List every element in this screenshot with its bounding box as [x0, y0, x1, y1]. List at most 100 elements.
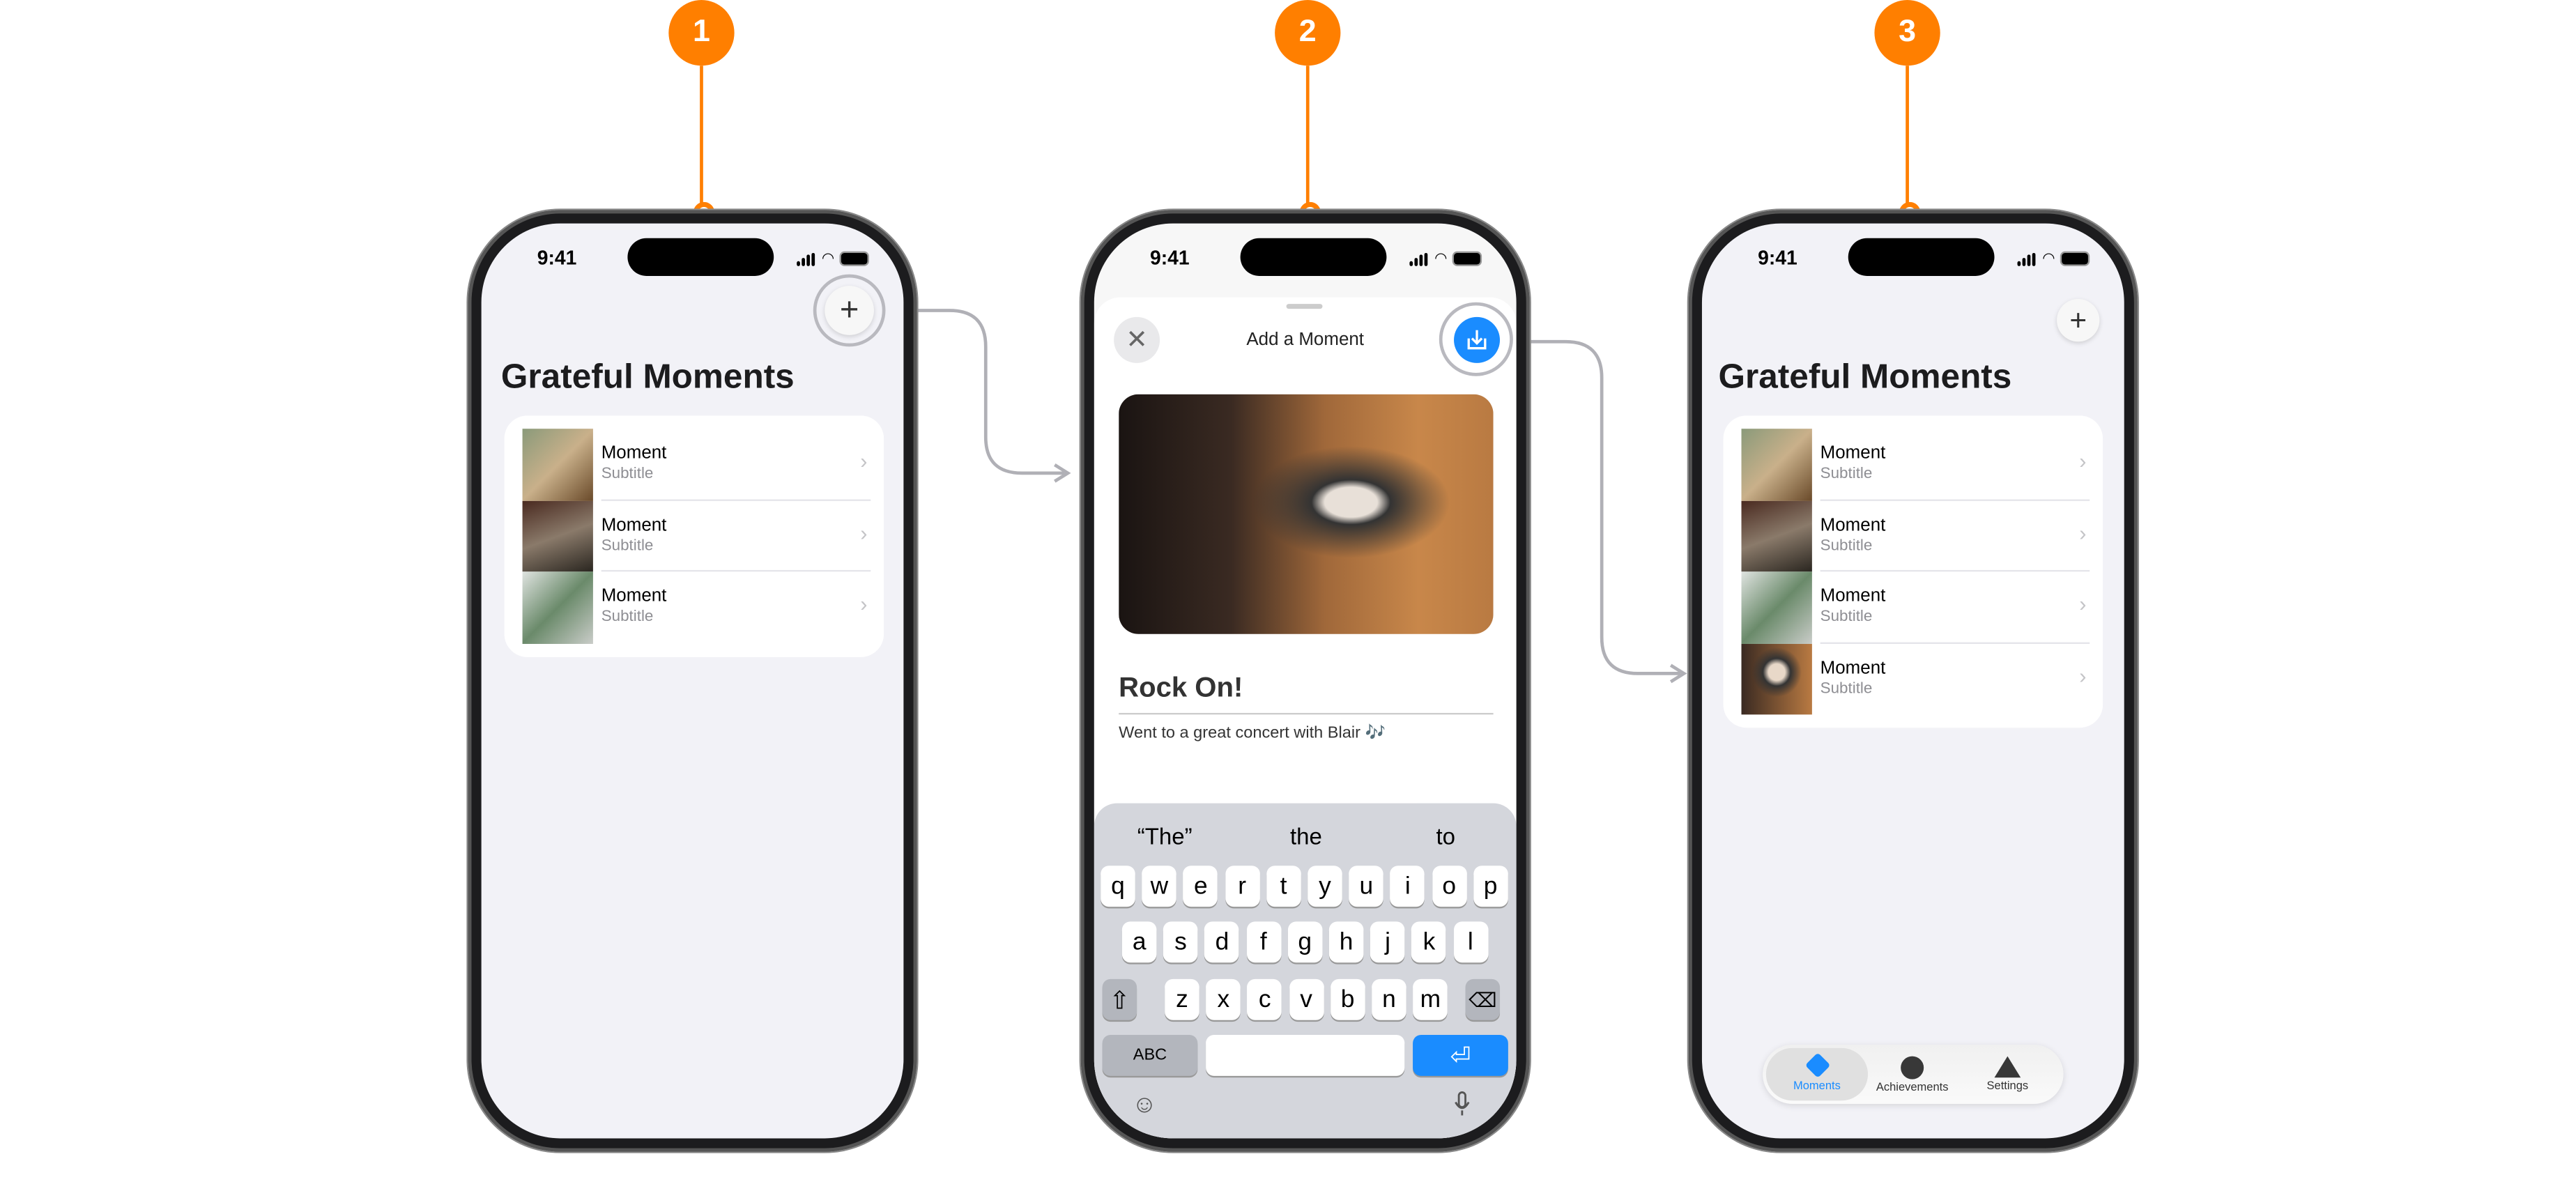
- chevron-right-icon: ›: [2079, 448, 2087, 473]
- diamond-icon: [1804, 1052, 1830, 1078]
- key-p[interactable]: p: [1473, 866, 1508, 907]
- status-time: 9:41: [1149, 246, 1190, 270]
- list-item[interactable]: Moment Subtitle ›: [1724, 643, 2103, 715]
- moment-thumbnail: [1741, 643, 1812, 715]
- add-moment-button[interactable]: +: [825, 286, 874, 335]
- key-b[interactable]: b: [1330, 978, 1365, 1020]
- status-icons: ◠: [2017, 249, 2088, 268]
- key-k[interactable]: k: [1411, 921, 1447, 963]
- moment-thumbnail: [522, 500, 593, 572]
- wifi-icon: ◠: [2042, 249, 2055, 266]
- list-item[interactable]: Moment Subtitle ›: [1724, 429, 2103, 500]
- tab-label: Achievements: [1876, 1082, 1949, 1093]
- list-item[interactable]: Moment Subtitle ›: [505, 500, 884, 572]
- item-subtitle: Subtitle: [601, 465, 654, 483]
- delete-key[interactable]: ⌫: [1465, 978, 1501, 1020]
- list-item[interactable]: Moment Subtitle ›: [1724, 500, 2103, 572]
- add-moment-button[interactable]: +: [2057, 298, 2100, 342]
- page-title: Grateful Moments: [500, 358, 795, 397]
- tab-settings[interactable]: Settings: [1960, 1045, 2055, 1104]
- dynamic-island: [627, 238, 774, 276]
- key-x[interactable]: x: [1206, 978, 1241, 1020]
- tab-label: Settings: [1986, 1080, 2029, 1093]
- item-title: Moment: [1820, 443, 1886, 463]
- moment-photo[interactable]: [1119, 394, 1494, 634]
- item-subtitle: Subtitle: [1820, 536, 1873, 555]
- battery-icon: [2062, 252, 2088, 265]
- chevron-right-icon: ›: [860, 520, 868, 545]
- list-item[interactable]: Moment Subtitle ›: [1724, 571, 2103, 643]
- sheet-grabber[interactable]: [1286, 304, 1323, 309]
- suggestion[interactable]: to: [1436, 823, 1455, 850]
- wifi-icon: ◠: [821, 249, 835, 266]
- key-s[interactable]: s: [1163, 921, 1198, 963]
- emoji-icon[interactable]: ☺: [1132, 1091, 1157, 1119]
- arrow-1-to-2: [900, 309, 1065, 475]
- item-subtitle: Subtitle: [601, 536, 654, 555]
- moment-title-field[interactable]: Rock On!: [1119, 672, 1243, 705]
- wifi-icon: ◠: [1434, 249, 1448, 266]
- tab-achievements[interactable]: Achievements: [1864, 1045, 1960, 1104]
- item-title: Moment: [1820, 514, 1886, 535]
- item-title: Moment: [1820, 586, 1886, 606]
- suggestion[interactable]: “The”: [1137, 823, 1193, 850]
- key-u[interactable]: u: [1349, 866, 1384, 907]
- key-h[interactable]: h: [1328, 921, 1364, 963]
- key-j[interactable]: j: [1370, 921, 1405, 963]
- key-c[interactable]: c: [1247, 978, 1282, 1020]
- key-e[interactable]: e: [1183, 866, 1218, 907]
- key-g[interactable]: g: [1287, 921, 1322, 963]
- status-time: 9:41: [537, 246, 577, 270]
- key-v[interactable]: v: [1289, 978, 1324, 1020]
- list-item[interactable]: Moment Subtitle ›: [505, 429, 884, 500]
- chevron-right-icon: ›: [2079, 591, 2087, 616]
- tab-bar: Moments Achievements Settings: [1763, 1045, 2064, 1104]
- return-key[interactable]: ⏎: [1413, 1034, 1508, 1076]
- triangle-icon: [1994, 1056, 2021, 1078]
- moments-list: Moment Subtitle › Moment Subtitle › Moment Su…: [1723, 415, 2103, 728]
- item-title: Moment: [601, 443, 667, 463]
- suggestion[interactable]: the: [1290, 823, 1322, 850]
- key-d[interactable]: d: [1204, 921, 1240, 963]
- circle-icon: [1901, 1055, 1924, 1079]
- shift-key[interactable]: ⇧: [1102, 978, 1137, 1020]
- item-subtitle: Subtitle: [1820, 679, 1873, 698]
- chevron-right-icon: ›: [2079, 520, 2087, 545]
- item-title: Moment: [601, 514, 667, 535]
- plus-icon: +: [2069, 302, 2087, 337]
- phone-list-screen: 9:41 ◠ + Grateful Moments Moment Subtitle…: [468, 210, 917, 1152]
- dynamic-island: [1240, 238, 1387, 276]
- phone-add-screen: 9:41 ◠ ✕ Add a Moment Rock On! Went to a…: [1080, 210, 1530, 1152]
- battery-icon: [1454, 252, 1480, 265]
- key-f[interactable]: f: [1246, 921, 1281, 963]
- signal-icon: [1409, 252, 1428, 266]
- key-z[interactable]: z: [1165, 978, 1199, 1020]
- key-a[interactable]: a: [1121, 921, 1157, 963]
- key-w[interactable]: w: [1142, 866, 1177, 907]
- moment-thumbnail: [522, 429, 593, 500]
- key-t[interactable]: t: [1266, 866, 1301, 907]
- signal-icon: [797, 252, 815, 266]
- key-m[interactable]: m: [1413, 978, 1448, 1020]
- list-item[interactable]: Moment Subtitle ›: [505, 571, 884, 643]
- key-n[interactable]: n: [1372, 978, 1406, 1020]
- divider: [1119, 712, 1494, 715]
- moment-thumbnail: [1741, 500, 1812, 572]
- abc-key[interactable]: ABC: [1102, 1034, 1198, 1076]
- status-icons: ◠: [797, 249, 868, 268]
- key-l[interactable]: l: [1453, 921, 1488, 963]
- keyboard: “The” the to ⇧ ⌫ ABC ⏎ ☺ qwertyuiop asdfg…: [1094, 803, 1517, 1139]
- status-time: 9:41: [1758, 246, 1797, 270]
- key-o[interactable]: o: [1432, 866, 1466, 907]
- moment-thumbnail: [522, 571, 593, 643]
- key-q[interactable]: q: [1101, 866, 1135, 907]
- tab-moments[interactable]: Moments: [1766, 1045, 1868, 1104]
- save-button[interactable]: [1454, 316, 1501, 363]
- space-key[interactable]: [1206, 1034, 1405, 1076]
- key-y[interactable]: y: [1308, 866, 1342, 907]
- moment-body-field[interactable]: Went to a great concert with Blair 🎶: [1119, 724, 1386, 742]
- key-i[interactable]: i: [1390, 866, 1425, 907]
- key-r[interactable]: r: [1225, 866, 1259, 907]
- microphone-icon[interactable]: [1454, 1091, 1471, 1117]
- dynamic-island: [1848, 238, 1995, 276]
